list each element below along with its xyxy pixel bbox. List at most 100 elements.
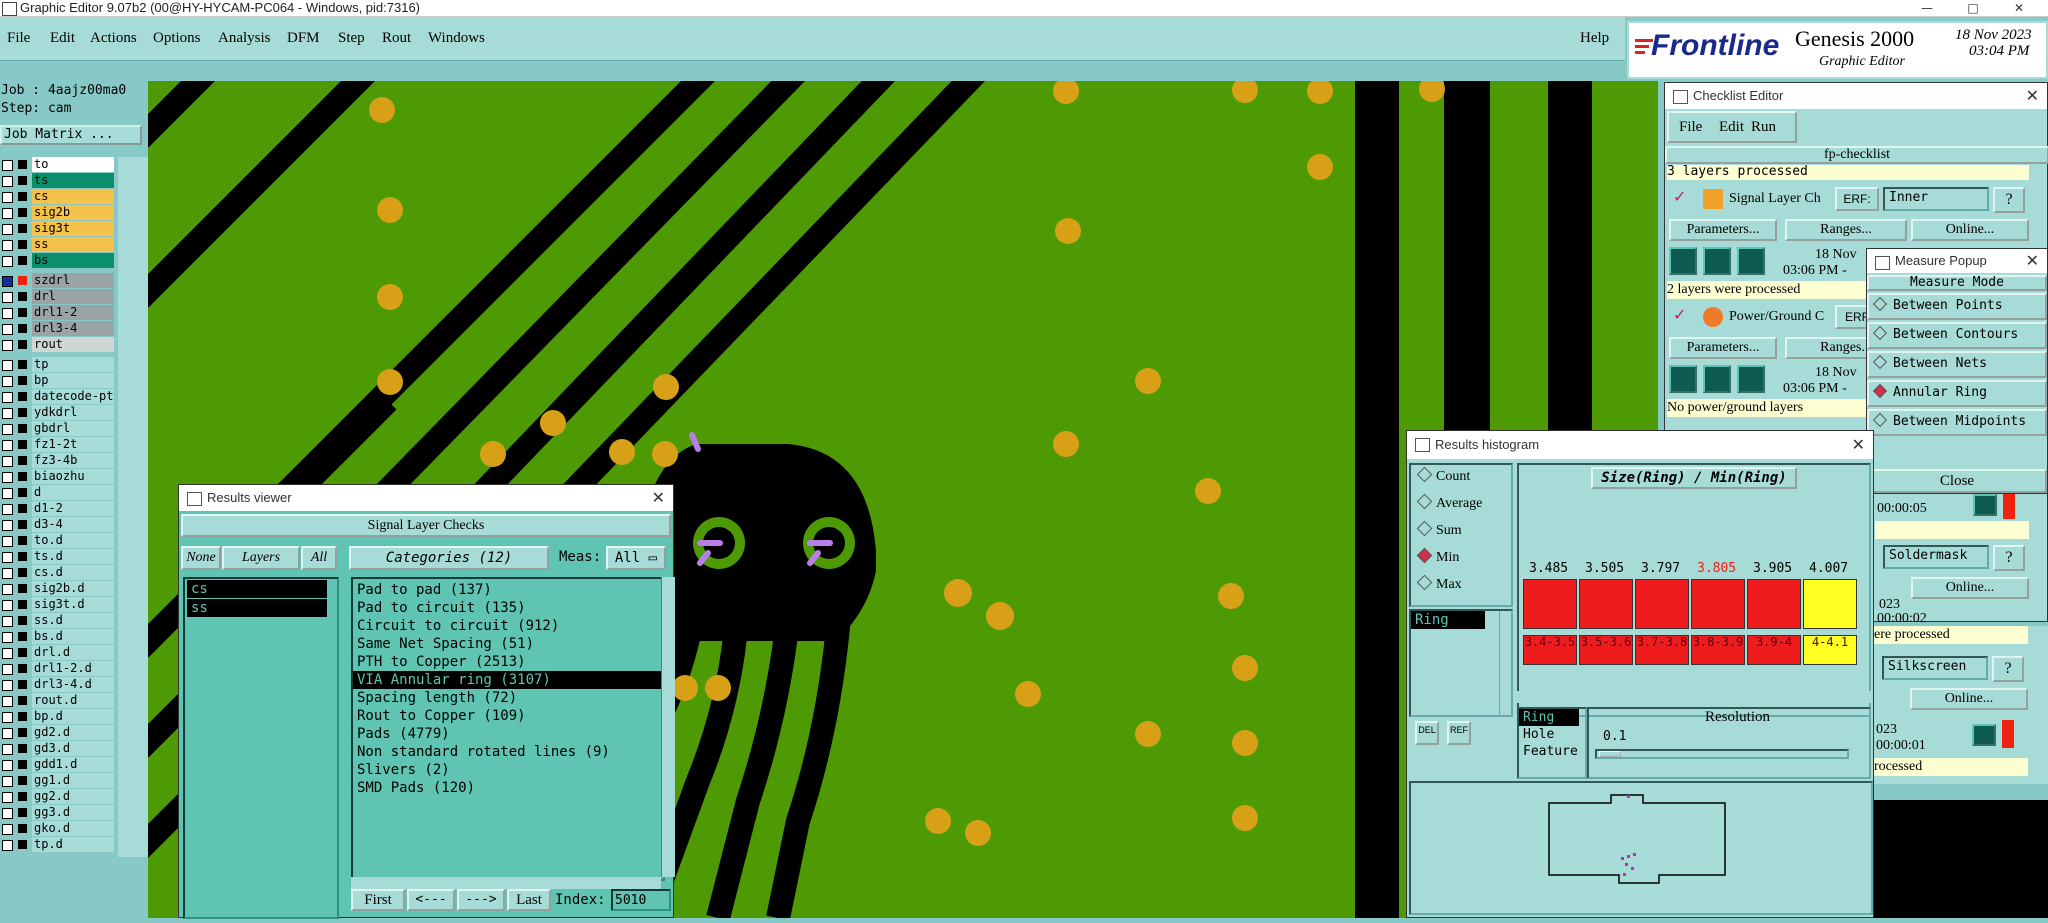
first-button[interactable]: First [351, 889, 405, 911]
measure-mode-item[interactable]: Between Midpoints [1867, 409, 2047, 436]
layer-affected-box[interactable] [18, 176, 27, 185]
histogram-bar[interactable] [1635, 579, 1689, 629]
layer-checkbox[interactable] [2, 176, 13, 187]
histogram-bar[interactable] [1747, 579, 1801, 629]
layer-affected-box[interactable] [18, 292, 27, 301]
checklist-menu-run[interactable]: Run [1751, 119, 1776, 136]
layer-affected-box[interactable] [18, 440, 27, 449]
layer-row[interactable]: cs.d [0, 565, 116, 580]
run-icons-1[interactable] [1669, 247, 1773, 275]
layer-row[interactable]: gd2.d [0, 725, 116, 740]
layer-affected-box[interactable] [18, 776, 27, 785]
run-icon[interactable] [1669, 365, 1697, 393]
layer-row[interactable]: drl3-4.d [0, 677, 116, 692]
layer-checkbox[interactable] [2, 224, 13, 235]
erf-label[interactable]: ERF: [1835, 187, 1879, 211]
layer-checkbox[interactable] [2, 292, 13, 303]
layer-affected-box[interactable] [18, 340, 27, 349]
category-item[interactable]: Pads (4779) [353, 725, 663, 743]
measure-mode-item[interactable]: Between Points [1867, 293, 2047, 320]
layer-row[interactable]: cs [0, 189, 116, 204]
layer-checkbox[interactable] [2, 276, 13, 287]
online-button-3[interactable]: Online... [1911, 577, 2029, 599]
layer-affected-box[interactable] [18, 808, 27, 817]
checklist-menu-edit[interactable]: Edit [1719, 119, 1744, 136]
layers-button[interactable]: Layers [222, 546, 300, 570]
layer-affected-box[interactable] [18, 616, 27, 625]
layer-checkbox[interactable] [2, 256, 13, 267]
layer-row[interactable]: rout.d [0, 693, 116, 708]
all-button[interactable]: All [301, 546, 337, 570]
layer-affected-box[interactable] [18, 712, 27, 721]
online-button[interactable]: Online... [1911, 219, 2029, 241]
layer-row[interactable]: bp.d [0, 709, 116, 724]
layer-checkbox[interactable] [2, 472, 13, 483]
layer-row[interactable]: biaozhu [0, 469, 116, 484]
run-icon[interactable] [1737, 247, 1765, 275]
list-item[interactable]: cs [187, 580, 327, 598]
layer-affected-box[interactable] [18, 160, 27, 169]
online-button-4[interactable]: Online... [1910, 688, 2028, 710]
layer-affected-box[interactable] [18, 664, 27, 673]
layer-checkbox[interactable] [2, 696, 13, 707]
close-icon[interactable]: ✕ [1852, 431, 1865, 459]
layer-checkbox[interactable] [2, 664, 13, 675]
layer-checkbox[interactable] [2, 568, 13, 579]
list-item[interactable]: Ring [1411, 611, 1485, 629]
layer-checkbox[interactable] [2, 536, 13, 547]
layer-row[interactable]: ydkdrl [0, 405, 116, 420]
layer-checkbox[interactable] [2, 552, 13, 563]
menu-actions[interactable]: Actions [90, 30, 137, 47]
menu-dfm[interactable]: DFM [287, 30, 320, 47]
slider-handle[interactable] [1599, 751, 1621, 757]
run-icons-2[interactable] [1669, 365, 1773, 393]
erf-value[interactable]: Inner [1883, 187, 1989, 211]
layer-checkbox[interactable] [2, 440, 13, 451]
layer-affected-box[interactable] [18, 208, 27, 217]
layer-row[interactable]: ts.d [0, 549, 116, 564]
layer-checkbox[interactable] [2, 824, 13, 835]
layer-affected-box[interactable] [18, 520, 27, 529]
layer-row[interactable]: fz3-4b [0, 453, 116, 468]
close-icon[interactable]: ✕ [652, 485, 665, 511]
maximize-button[interactable]: □ [1950, 0, 1996, 17]
category-item[interactable]: Pad to circuit (135) [353, 599, 663, 617]
layer-affected-box[interactable] [18, 376, 27, 385]
silkscreen-value[interactable]: Silkscreen [1882, 656, 1988, 680]
category-item[interactable]: Non standard rotated lines (9) [353, 743, 663, 761]
layer-checkbox[interactable] [2, 600, 13, 611]
histogram-option[interactable]: Sum [1416, 520, 1462, 539]
measure-mode-item[interactable]: Annular Ring [1867, 380, 2047, 407]
menu-rout[interactable]: Rout [382, 30, 411, 47]
run-icon[interactable] [1737, 365, 1765, 393]
meas-dropdown[interactable]: All ▭ [606, 546, 666, 570]
menu-step[interactable]: Step [338, 30, 365, 47]
layer-row[interactable]: sig3t [0, 221, 116, 236]
layer-row[interactable]: bs [0, 253, 116, 268]
layer-affected-box[interactable] [18, 192, 27, 201]
layer-checkbox[interactable] [2, 160, 13, 171]
help-button[interactable]: ? [1993, 187, 2025, 213]
layer-affected-box[interactable] [18, 424, 27, 433]
measure-mode-item[interactable]: Between Nets [1867, 351, 2047, 378]
layer-affected-box[interactable] [18, 840, 27, 849]
layer-row[interactable]: d3-4 [0, 517, 116, 532]
category-item[interactable]: SMD Pads (120) [353, 779, 663, 797]
checklist-menu-file[interactable]: File [1679, 119, 1702, 136]
layer-affected-box[interactable] [18, 568, 27, 577]
categories-hscrollbar[interactable] [351, 877, 661, 889]
attr-item[interactable]: Feature [1519, 743, 1585, 760]
layer-row[interactable]: ss [0, 237, 116, 252]
layer-affected-box[interactable] [18, 744, 27, 753]
measure-mode-item[interactable]: Between Contours [1867, 322, 2047, 349]
layer-affected-box[interactable] [18, 256, 27, 265]
layer-row[interactable]: sig3t.d [0, 597, 116, 612]
close-icon[interactable]: ✕ [2026, 83, 2039, 109]
layer-checkbox[interactable] [2, 680, 13, 691]
layer-checkbox[interactable] [2, 520, 13, 531]
histogram-list-scrollbar[interactable] [1499, 611, 1511, 715]
layer-checkbox[interactable] [2, 424, 13, 435]
layer-row[interactable]: datecode-pt [0, 389, 116, 404]
layer-row[interactable]: gd3.d [0, 741, 116, 756]
menu-options[interactable]: Options [153, 30, 201, 47]
